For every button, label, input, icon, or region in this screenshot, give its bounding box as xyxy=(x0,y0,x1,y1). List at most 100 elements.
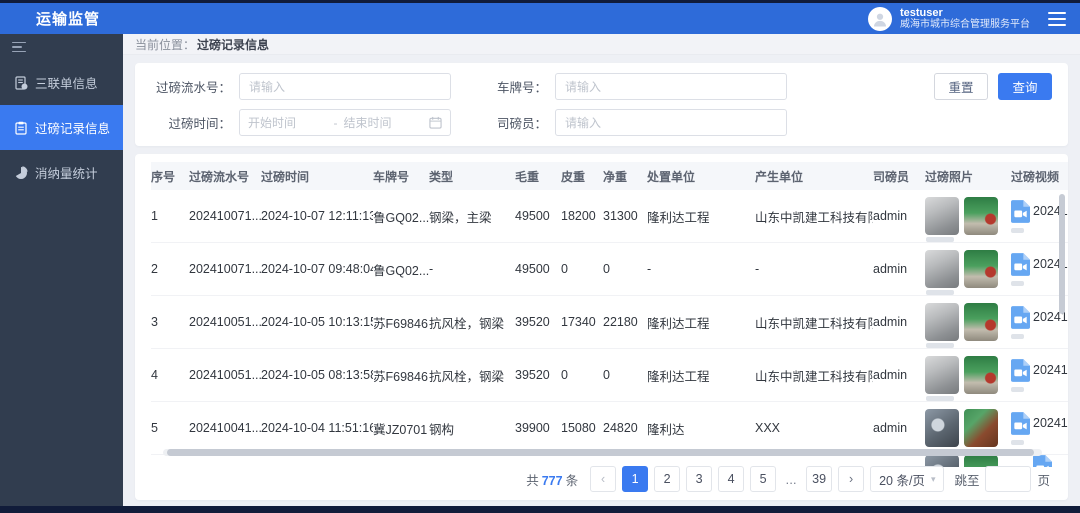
table-row: 3202410051...2024-10-05 10:13:15苏F69846抗… xyxy=(151,296,1068,349)
cell-time: 2024-10-07 12:11:13 xyxy=(261,209,373,223)
sidebar-item-label: 消纳量统计 xyxy=(35,163,98,182)
cell-plate: 苏F69846 xyxy=(373,313,429,332)
serial-filter-input[interactable] xyxy=(239,73,451,100)
start-time-placeholder: 开始时间 xyxy=(248,114,328,131)
column-header: 序号 xyxy=(151,168,189,185)
cell-serial: 202410071... xyxy=(189,209,261,223)
document-icon xyxy=(13,75,28,90)
reset-button[interactable]: 重置 xyxy=(934,73,988,100)
menu-icon[interactable] xyxy=(1048,12,1066,26)
pagination-page-39[interactable]: 39 xyxy=(806,466,832,492)
column-header: 净重 xyxy=(603,168,647,185)
pagination-ellipsis[interactable]: ... xyxy=(782,466,800,492)
calendar-icon xyxy=(429,116,442,129)
cell-producer: 山东中凯建工科技有限... xyxy=(755,366,873,385)
plate-filter-input[interactable] xyxy=(555,73,787,100)
cell-no: 2 xyxy=(151,262,189,276)
person-icon xyxy=(871,10,889,28)
pagination-page-4[interactable]: 4 xyxy=(718,466,744,492)
chevron-left-icon[interactable]: ‹ xyxy=(590,466,616,492)
cell-no: 4 xyxy=(151,368,189,382)
conveyor-photo[interactable] xyxy=(964,409,998,447)
total-number: 777 xyxy=(539,474,566,488)
video-caption xyxy=(1011,387,1024,392)
gate-photo[interactable] xyxy=(964,250,998,288)
road-photo[interactable] xyxy=(925,303,959,341)
jump-suffix: 页 xyxy=(1037,470,1050,489)
clipboard-icon xyxy=(13,120,28,135)
road-photo[interactable] xyxy=(925,197,959,235)
cell-net: 24820 xyxy=(603,421,647,435)
chevron-right-icon[interactable]: › xyxy=(838,466,864,492)
horizontal-scrollbar-thumb[interactable] xyxy=(167,449,1034,456)
road-photo[interactable] xyxy=(925,356,959,394)
cell-weigher: admin xyxy=(873,209,925,223)
sidebar-item-2[interactable]: 过磅记录信息 xyxy=(0,105,123,150)
serial-filter-label: 过磅流水号： xyxy=(151,77,231,96)
cell-type: 钢梁，主梁 xyxy=(429,207,515,226)
pagination-page-3[interactable]: 3 xyxy=(686,466,712,492)
video-filename: 20241004 xyxy=(1033,416,1068,430)
cell-tare: 18200 xyxy=(561,209,603,223)
cell-time: 2024-10-04 11:51:16 xyxy=(261,421,373,435)
cell-photos xyxy=(925,409,1011,447)
cell-serial: 202410051... xyxy=(189,315,261,329)
cell-photos xyxy=(925,303,1011,341)
user-info[interactable]: testuser 威海市城市综合管理服务平台 xyxy=(900,7,1030,31)
video-link[interactable]: 20241005 xyxy=(1011,359,1068,382)
cell-gross: 39520 xyxy=(515,315,561,329)
time-range-picker[interactable]: 开始时间 - 结束时间 xyxy=(239,109,451,136)
page-size-select[interactable]: 20 条/页 ▾ xyxy=(870,466,944,492)
cell-net: 0 xyxy=(603,262,647,276)
table-header-row: 序号过磅流水号过磅时间车牌号类型毛重皮重净重处置单位产生单位司磅员过磅照片过磅视… xyxy=(151,162,1068,190)
cell-gross: 39900 xyxy=(515,421,561,435)
app-window: 运输监管 testuser 威海市城市综合管理服务平台 三联单信息过磅记录信息消… xyxy=(0,3,1080,506)
vertical-scrollbar[interactable] xyxy=(1059,194,1065,314)
cell-video: 20241004 xyxy=(1011,412,1068,445)
cell-gross: 39520 xyxy=(515,368,561,382)
gate-photo[interactable] xyxy=(964,356,998,394)
road-photo[interactable] xyxy=(925,250,959,288)
video-file-icon xyxy=(1011,306,1030,329)
gate-photo[interactable] xyxy=(964,197,998,235)
table-body: 1202410071...2024-10-07 12:11:13鲁GQ02...… xyxy=(151,190,1068,455)
cell-disposal: 隆利达工程 xyxy=(647,366,755,385)
gate-photo[interactable] xyxy=(964,303,998,341)
avatar[interactable] xyxy=(868,7,892,31)
cell-producer: 山东中凯建工科技有限... xyxy=(755,313,873,332)
sidebar-item-3[interactable]: 消纳量统计 xyxy=(0,150,123,195)
sidebar-item-label: 三联单信息 xyxy=(35,73,98,92)
video-caption xyxy=(1011,228,1024,233)
thumbnail-caption xyxy=(926,290,954,295)
cell-plate: 鲁GQ02... xyxy=(373,207,429,226)
column-header: 过磅照片 xyxy=(925,168,1011,185)
sidebar-item-1[interactable]: 三联单信息 xyxy=(0,60,123,105)
sidebar-collapse[interactable] xyxy=(0,34,123,60)
cell-net: 31300 xyxy=(603,209,647,223)
people-photo[interactable] xyxy=(925,409,959,447)
column-header: 司磅员 xyxy=(873,168,925,185)
cell-plate: 鲁GQ02... xyxy=(373,260,429,279)
column-header: 处置单位 xyxy=(647,168,755,185)
page-size-value: 20 条/页 xyxy=(879,470,925,489)
pagination-page-1[interactable]: 1 xyxy=(622,466,648,492)
sidebar-menu: 三联单信息过磅记录信息消纳量统计 xyxy=(0,60,123,195)
video-link[interactable]: 20241004 xyxy=(1011,412,1068,435)
jump-label: 跳至 xyxy=(954,470,979,489)
jump-page-input[interactable] xyxy=(985,466,1031,492)
pagination-page-2[interactable]: 2 xyxy=(654,466,680,492)
weigher-filter-input[interactable] xyxy=(555,109,787,136)
column-header: 皮重 xyxy=(561,168,603,185)
user-name: testuser xyxy=(900,7,1030,19)
cell-net: 22180 xyxy=(603,315,647,329)
collapse-menu-icon xyxy=(12,42,26,53)
header-user-area: testuser 威海市城市综合管理服务平台 xyxy=(868,7,1066,31)
pagination-pages: 12345... 39 xyxy=(622,466,832,492)
cell-type: 抗风栓，钢梁 xyxy=(429,313,515,332)
cell-photos xyxy=(925,250,1011,288)
pagination-page-5[interactable]: 5 xyxy=(750,466,776,492)
main-content: 当前位置： 过磅记录信息 过磅流水号： 车牌号： 过磅时间： 开始时间 - 结束… xyxy=(123,34,1080,506)
cell-no: 1 xyxy=(151,209,189,223)
cell-weigher: admin xyxy=(873,262,925,276)
query-button[interactable]: 查询 xyxy=(998,73,1052,100)
